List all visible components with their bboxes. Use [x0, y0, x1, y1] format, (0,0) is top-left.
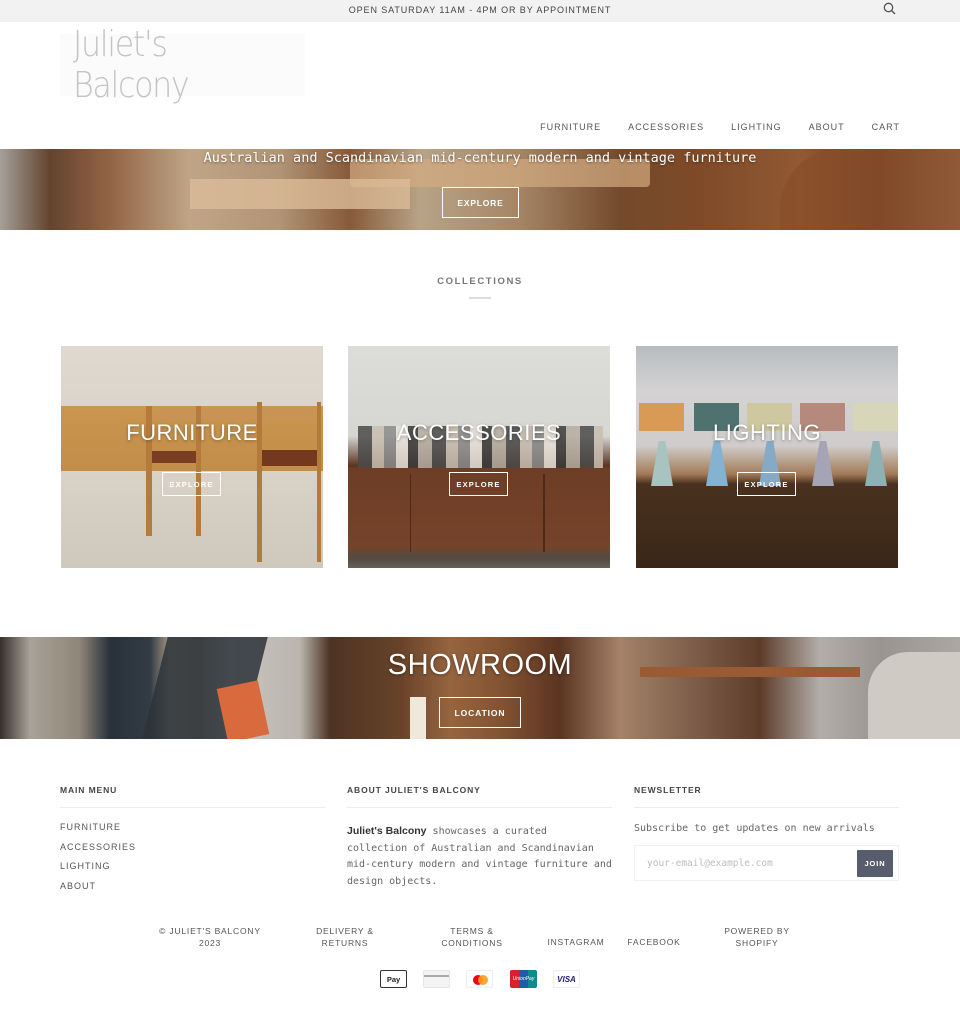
delivery-returns-line1[interactable]: DELIVERY & [316, 926, 374, 936]
collections-divider [469, 297, 491, 299]
terms-link[interactable]: TERMS & CONDITIONS [422, 926, 522, 949]
nav-about[interactable]: ABOUT [809, 122, 845, 132]
footer-link-furniture[interactable]: FURNITURE [60, 822, 325, 842]
card-image-detail [812, 441, 834, 486]
powered-line1[interactable]: POWERED BY [724, 926, 790, 936]
nav-lighting[interactable]: LIGHTING [731, 122, 782, 132]
powered-by-shopify[interactable]: POWERED BY SHOPIFY [712, 926, 802, 949]
unionpay-icon: UnionPay [510, 970, 537, 988]
footer-about: ABOUT JULIET'S BALCONY Juliet's Balcony … [347, 785, 612, 890]
nav-furniture[interactable]: FURNITURE [540, 122, 601, 132]
footer-heading: MAIN MENU [60, 785, 118, 795]
about-text: Juliet's Balcony showcases a curated col… [347, 823, 612, 890]
card-image-detail [543, 474, 605, 552]
newsletter-form: JOIN [634, 845, 899, 881]
newsletter-text: Subscribe to get updates on new arrivals [634, 823, 875, 834]
delivery-returns-link[interactable]: DELIVERY & RETURNS [295, 926, 395, 949]
terms-line2[interactable]: CONDITIONS [441, 938, 502, 948]
collections-heading: COLLECTIONS [437, 276, 523, 287]
collection-title: ACCESSORIES [396, 420, 562, 445]
footer-divider [60, 807, 325, 808]
delivery-returns-line2[interactable]: RETURNS [322, 938, 369, 948]
collection-explore-button[interactable]: EXPLORE [737, 472, 796, 496]
logo[interactable]: Juliet's Balcony [60, 24, 305, 106]
announcement-bar: OPEN SATURDAY 11AM - 4PM OR BY APPOINTME… [0, 0, 960, 22]
location-button[interactable]: LOCATION [439, 697, 521, 728]
showroom-banner: SHOWROOM LOCATION [0, 637, 960, 739]
search-icon[interactable] [882, 1, 898, 17]
footer-divider [347, 807, 612, 808]
footer-newsletter: NEWSLETTER Subscribe to get updates on n… [634, 785, 899, 881]
facebook-link[interactable]: FACEBOOK [620, 937, 688, 949]
hero-banner: Australian and Scandinavian mid-century … [0, 149, 960, 230]
facebook-label[interactable]: FACEBOOK [627, 937, 680, 947]
email-input[interactable] [635, 846, 850, 880]
logo-text: Juliet's Balcony [73, 24, 190, 106]
showroom-title: SHOWROOM [387, 649, 573, 681]
collection-title: FURNITURE [126, 420, 258, 445]
card-image-detail [706, 441, 728, 486]
collection-card-accessories[interactable]: ACCESSORIES EXPLORE [348, 346, 610, 568]
site-header: Juliet's Balcony FURNITURE ACCESSORIES L… [0, 22, 960, 149]
instagram-label[interactable]: INSTAGRAM [547, 937, 604, 947]
powered-line2[interactable]: SHOPIFY [736, 938, 779, 948]
apple-pay-label: Pay [386, 974, 401, 984]
nav-accessories[interactable]: ACCESSORIES [628, 122, 704, 132]
copyright-line: © JULIET'S BALCONY [159, 926, 261, 936]
collection-card-furniture[interactable]: FURNITURE EXPLORE [61, 346, 323, 568]
instagram-link[interactable]: INSTAGRAM [538, 937, 614, 949]
footer-heading: ABOUT JULIET'S BALCONY [347, 785, 481, 795]
showroom-image-detail [410, 697, 426, 739]
footer-link-lighting[interactable]: LIGHTING [60, 861, 325, 881]
generic-card-icon [423, 970, 450, 988]
collection-title: LIGHTING [713, 420, 821, 445]
copyright-year: 2023 [198, 937, 222, 948]
footer-main-menu: MAIN MENU FURNITURE ACCESSORIES LIGHTING… [60, 785, 325, 900]
hero-explore-button[interactable]: EXPLORE [442, 187, 519, 218]
terms-line1[interactable]: TERMS & [450, 926, 493, 936]
mastercard-icon [466, 970, 493, 988]
card-image-detail [865, 441, 887, 486]
card-image-detail [651, 441, 673, 486]
join-button[interactable]: JOIN [857, 850, 893, 877]
collection-explore-button[interactable]: EXPLORE [162, 472, 221, 496]
nav-cart[interactable]: CART [872, 122, 900, 132]
payment-icons: Pay UnionPay VISA [0, 970, 960, 988]
announcement-text: OPEN SATURDAY 11AM - 4PM OR BY APPOINTME… [348, 5, 612, 15]
hero-image-detail [190, 179, 410, 209]
copyright: © JULIET'S BALCONY 2023 [150, 926, 270, 949]
main-nav: FURNITURE ACCESSORIES LIGHTING ABOUT CAR… [513, 122, 900, 132]
about-brand: Juliet's Balcony [347, 825, 427, 837]
apple-pay-icon: Pay [380, 970, 407, 988]
footer-heading: NEWSLETTER [634, 785, 702, 795]
visa-label: VISA [557, 974, 576, 984]
visa-icon: VISA [553, 970, 580, 988]
showroom-image-detail [216, 680, 270, 739]
hero-title: Australian and Scandinavian mid-century … [203, 150, 757, 166]
footer-link-accessories[interactable]: ACCESSORIES [60, 842, 325, 862]
footer-divider [634, 807, 899, 808]
collection-explore-button[interactable]: EXPLORE [449, 472, 508, 496]
collection-card-lighting[interactable]: LIGHTING EXPLORE [636, 346, 898, 568]
unionpay-label: UnionPay [512, 976, 535, 982]
footer-link-about[interactable]: ABOUT [60, 881, 325, 901]
